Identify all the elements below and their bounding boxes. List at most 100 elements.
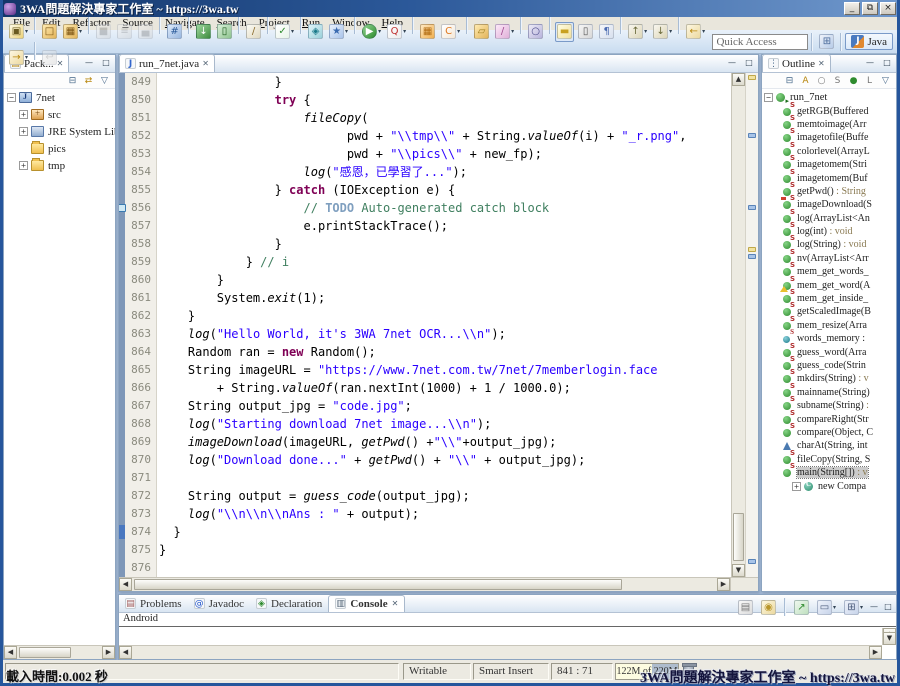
scroll-track[interactable]	[17, 646, 102, 659]
outline-item-words-memory[interactable]: words_memory :	[762, 332, 896, 345]
overview-task-marker[interactable]	[748, 75, 756, 80]
tab-javadoc[interactable]: @Javadoc	[188, 595, 250, 612]
task-marker-icon[interactable]	[119, 204, 126, 212]
link-editor-icon[interactable]: ⇄	[82, 74, 95, 87]
scroll-left-icon[interactable]: ◀	[4, 646, 17, 659]
new-java-package-icon[interactable]: □	[40, 22, 59, 42]
expander-icon[interactable]: −	[764, 93, 773, 102]
maximize-view-icon[interactable]: □	[881, 58, 893, 69]
outline-item-imagedownload-s[interactable]: imageDownload(S	[762, 198, 896, 211]
scroll-track[interactable]	[132, 646, 869, 659]
hide-non-public-icon[interactable]: ●	[847, 74, 860, 87]
tree-item-7net[interactable]: −7net	[4, 89, 115, 106]
outline-item-mem-get-inside[interactable]: mem_get_inside_	[762, 292, 896, 305]
build-icon[interactable]: #	[165, 22, 184, 42]
maximize-view-icon[interactable]: □	[743, 58, 755, 69]
title-bar[interactable]: 3WA問題解決專家工作室 ~ https://3wa.tw _ ⧉ ×	[0, 0, 900, 17]
show-whitespace-icon[interactable]: ¶	[597, 22, 616, 42]
editor-overview-ruler[interactable]	[745, 73, 758, 577]
mark-occurrences-icon[interactable]: ▯	[576, 22, 595, 42]
console-hscrollbar[interactable]: ◀ ▶	[119, 645, 882, 659]
tree-item-jre-system-lib[interactable]: +JRE System Lib	[4, 123, 115, 140]
coverage-icon[interactable]: C▾	[439, 22, 462, 42]
outline-item-memtoimage-arr[interactable]: memtoimage(Arr	[762, 118, 896, 131]
outline-item-imagetomem-buf[interactable]: imagetomem(Buf	[762, 171, 896, 184]
plugin-search-icon[interactable]: ○	[526, 22, 545, 42]
scroll-thumb[interactable]	[733, 513, 744, 561]
dropdown-arrow-icon[interactable]: ▾	[403, 28, 406, 35]
dropdown-arrow-icon[interactable]: ▾	[860, 604, 863, 611]
scroll-down-icon[interactable]: ▼	[732, 564, 745, 577]
scroll-track[interactable]	[132, 578, 717, 591]
tree-item-src[interactable]: +src	[4, 106, 115, 123]
prev-annotation-icon[interactable]: ↑▾	[626, 22, 649, 42]
outline-item-getrgb-buffered[interactable]: getRGB(Buffered	[762, 104, 896, 117]
outline-item-mem-get-words[interactable]: mem_get_words_	[762, 265, 896, 278]
outline-item-run-7net[interactable]: −run_7net	[762, 91, 896, 104]
close-icon[interactable]: ✕	[818, 59, 825, 68]
outline-item-guess-code-strin[interactable]: guess_code(Strin	[762, 359, 896, 372]
clear-console-icon[interactable]: ▤	[736, 597, 755, 617]
scroll-thumb[interactable]	[19, 647, 71, 658]
outline-item-mainname-string[interactable]: mainname(String)	[762, 386, 896, 399]
outline-item-main-string[interactable]: main(String[]) : v	[762, 466, 896, 479]
tab-problems[interactable]: ▤Problems	[119, 595, 188, 612]
back-icon[interactable]: ←▾	[684, 22, 707, 42]
collapse-all-icon[interactable]: ⊟	[66, 74, 79, 87]
outline-item-new-compa[interactable]: +new Compa	[762, 479, 896, 492]
outline-item-subname-string[interactable]: subname(String) :	[762, 399, 896, 412]
open-perspective-icon[interactable]: ⊞	[817, 32, 836, 52]
hide-fields-icon[interactable]: ○	[815, 74, 828, 87]
last-edit-icon[interactable]: ↩	[40, 47, 59, 67]
open-resource-icon[interactable]: ▱	[472, 22, 491, 42]
scroll-left-icon[interactable]: ◀	[119, 646, 132, 659]
view-menu-icon[interactable]: ▽	[98, 74, 111, 87]
scroll-right-icon[interactable]: ▶	[102, 646, 115, 659]
tab-outline[interactable]: ⋮ Outline ✕	[762, 54, 831, 72]
java-browsing-icon[interactable]: ▦	[418, 22, 437, 42]
display-console-icon[interactable]: ▭▾	[815, 597, 838, 617]
save-icon[interactable]: ■	[94, 22, 113, 42]
outline-item-filecopy-string-s[interactable]: fileCopy(String, S	[762, 453, 896, 466]
outline-item-mkdirs-string[interactable]: mkdirs(String) : v	[762, 372, 896, 385]
annotate-icon[interactable]: /▾	[493, 22, 516, 42]
sort-icon[interactable]: A	[799, 74, 812, 87]
restore-window-icon[interactable]: ⧉	[862, 2, 878, 15]
outline-tree[interactable]: −run_7netgetRGB(Bufferedmemtoimage(Arr im…	[762, 89, 896, 591]
expander-icon[interactable]: +	[19, 127, 28, 136]
dropdown-arrow-icon[interactable]: ▾	[833, 604, 836, 611]
package-explorer-tree[interactable]: −7net+src+JRE System Libpics+tmp	[4, 89, 115, 645]
dropdown-arrow-icon[interactable]: ▾	[25, 28, 28, 35]
scroll-up-icon[interactable]: ▲	[732, 73, 745, 86]
dropdown-arrow-icon[interactable]: ▾	[669, 28, 672, 35]
dropdown-arrow-icon[interactable]: ▾	[378, 28, 381, 35]
search-icon[interactable]: ★▾	[327, 22, 350, 42]
sdk-manager-icon[interactable]: ↓	[194, 22, 213, 42]
overview-occurrence-marker[interactable]	[748, 133, 756, 138]
hide-static-icon[interactable]: S	[831, 74, 844, 87]
overview-task-marker[interactable]	[748, 247, 756, 252]
tab-declaration[interactable]: ◈Declaration	[250, 595, 328, 612]
dropdown-arrow-icon[interactable]: ▾	[25, 54, 28, 61]
dropdown-arrow-icon[interactable]: ▾	[345, 28, 348, 35]
console-vscrollbar[interactable]: ▲ ▼	[882, 628, 896, 645]
outline-item-getscaledimage-b[interactable]: getScaledImage(B	[762, 305, 896, 318]
highlight-icon[interactable]: ▬	[555, 22, 574, 42]
dropdown-arrow-icon[interactable]: ▾	[702, 28, 705, 35]
close-icon[interactable]: ✕	[392, 599, 399, 608]
outline-item-log-int[interactable]: log(int) : void	[762, 225, 896, 238]
external-tools-icon[interactable]: Q▾	[385, 22, 408, 42]
editor-vscrollbar[interactable]: ▲ ▼	[731, 73, 745, 577]
overview-occurrence-marker[interactable]	[748, 254, 756, 259]
save-all-icon[interactable]: ≡	[115, 22, 134, 42]
outline-item-compare-object-c[interactable]: compare(Object, C	[762, 426, 896, 439]
editor-annotation-gutter[interactable]	[119, 73, 125, 577]
dropdown-arrow-icon[interactable]: ▾	[511, 28, 514, 35]
outline-item-mem-resize-arra[interactable]: mem_resize(Arra	[762, 319, 896, 332]
hide-local-types-icon[interactable]: L	[863, 74, 876, 87]
code-editor-area[interactable]: } try { fileCopy( pwd + "\\tmp\\" + Stri…	[157, 73, 731, 577]
next-annotation-icon[interactable]: ↓▾	[651, 22, 674, 42]
tree-item-tmp[interactable]: +tmp	[4, 157, 115, 174]
editor-hscrollbar[interactable]: ◀ ▶	[119, 577, 730, 591]
new-icon[interactable]: ▣▾	[7, 22, 30, 42]
